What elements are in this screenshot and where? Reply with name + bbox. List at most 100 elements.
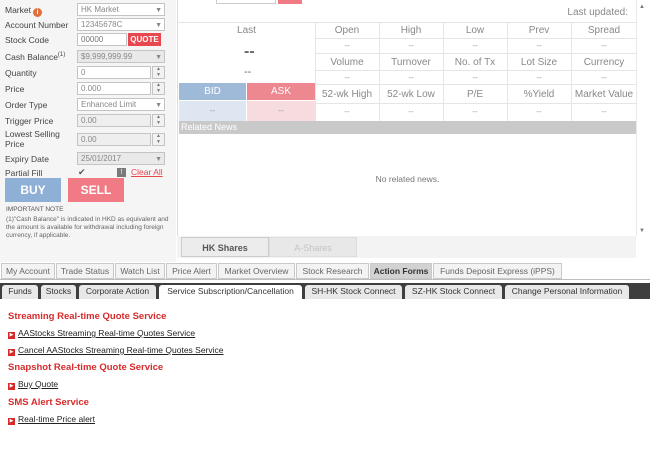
trigger-price-label: Trigger Price	[5, 116, 54, 126]
spread-value: --	[601, 41, 607, 50]
turnover-value: --	[408, 73, 414, 82]
low-header: Low	[465, 25, 485, 36]
chevron-down-icon: ▼	[155, 156, 162, 163]
aastocks-streaming-link[interactable]: ▶ AAStocks Streaming Real-time Quotes Ser…	[8, 328, 195, 339]
tab-action-forms[interactable]: Action Forms	[370, 263, 432, 279]
tab-hk-shares[interactable]: HK Shares	[181, 237, 269, 257]
tab-market-overview[interactable]: Market Overview	[218, 263, 295, 279]
high-value: --	[408, 41, 414, 50]
trigger-price-input[interactable]	[77, 114, 151, 127]
subtab-sz-hk-stock-connect[interactable]: SZ-HK Stock Connect	[405, 285, 502, 299]
scroll-up-icon[interactable]: ▲	[639, 4, 645, 10]
buy-quote-link[interactable]: ▶ Buy Quote	[8, 379, 58, 390]
subtab-funds[interactable]: Funds	[2, 285, 38, 299]
grid-line	[315, 53, 637, 54]
ask-label: ASK	[247, 83, 315, 100]
52wk-low-value: --	[408, 107, 414, 116]
pe-value: --	[472, 107, 478, 116]
expiry-date-label: Expiry Date	[5, 154, 49, 164]
last-price-value: --	[244, 43, 255, 60]
partial-fill-checkbox[interactable]: ✔	[78, 167, 86, 178]
market-row: Market i HK Market ▼	[0, 2, 176, 18]
subtab-corporate-action[interactable]: Corporate Action	[79, 285, 156, 299]
market-select[interactable]: HK Market ▼	[77, 3, 165, 16]
no-of-tx-value: --	[472, 73, 478, 82]
quantity-stepper[interactable]: ▲ ▼	[152, 66, 165, 79]
tab-price-alert[interactable]: Price Alert	[166, 263, 217, 279]
info-icon[interactable]: i	[32, 8, 42, 17]
order-type-select[interactable]: Enhanced Limit ▼	[77, 98, 165, 111]
tab-a-shares[interactable]: A-Shares	[269, 237, 357, 257]
trigger-price-stepper[interactable]: ▲ ▼	[152, 114, 165, 127]
lowest-selling-price-stepper[interactable]: ▲ ▼	[152, 133, 165, 146]
bid-value: --	[179, 101, 246, 121]
price-input[interactable]	[77, 82, 151, 95]
subtab-sh-hk-stock-connect[interactable]: SH-HK Stock Connect	[305, 285, 402, 299]
arrow-right-icon: ▶	[8, 383, 15, 390]
52wk-high-value: --	[344, 107, 350, 116]
turnover-header: Turnover	[391, 57, 431, 68]
panel-scrollbar[interactable]: ▲ ▼	[636, 0, 648, 236]
scroll-down-icon[interactable]: ▼	[639, 228, 645, 234]
52wk-high-header: 52-wk High	[321, 89, 373, 100]
grid-line	[315, 103, 637, 104]
subtab-change-personal-information[interactable]: Change Personal Information	[505, 285, 629, 299]
stock-code-input[interactable]	[77, 33, 127, 46]
lot-size-value: --	[536, 73, 542, 82]
grid-line	[315, 84, 637, 85]
yield-value: --	[536, 107, 542, 116]
buy-button[interactable]: BUY	[5, 178, 61, 202]
no-news-message: No related news.	[375, 174, 440, 184]
yield-header: %Yield	[523, 89, 555, 100]
volume-value: --	[344, 73, 350, 82]
chevron-down-icon: ▼	[155, 22, 162, 29]
main-nav-tabs: My Account Trade Status Watch List Price…	[0, 262, 650, 280]
subtab-stocks[interactable]: Stocks	[41, 285, 76, 299]
account-number-select[interactable]: 12345678C ▼	[77, 18, 165, 31]
arrow-right-icon: ▶	[8, 349, 15, 356]
snapshot-section-title: Snapshot Real-time Quote Service	[8, 362, 164, 373]
high-header: High	[400, 25, 422, 36]
realtime-price-alert-link[interactable]: ▶ Real-time Price alert	[8, 414, 95, 425]
sms-section-title: SMS Alert Service	[8, 397, 89, 408]
lowest-selling-price-row: Lowest Selling Price ▲▼	[0, 129, 176, 149]
subtab-service-subscription[interactable]: Service Subscription/Cancellation	[159, 285, 302, 299]
chevron-down-icon: ▼	[155, 102, 162, 109]
cash-balance-select[interactable]: $9,999,999.99 ▼	[77, 50, 165, 63]
no-of-tx-header: No. of Tx	[454, 57, 496, 68]
account-number-label: Account Number	[5, 20, 69, 30]
last-change-value: --	[244, 66, 252, 78]
spread-header: Spread	[587, 25, 621, 36]
lowest-selling-price-input[interactable]	[77, 133, 151, 146]
market-value-header: Market Value	[574, 89, 634, 100]
tab-my-account[interactable]: My Account	[1, 263, 55, 279]
ask-value: --	[247, 101, 315, 121]
top-tab-stub-red	[278, 0, 302, 4]
quote-button[interactable]: QUOTE	[128, 33, 161, 46]
grid-line	[315, 70, 637, 71]
open-header: Open	[334, 25, 360, 36]
last-header: Last	[237, 25, 256, 36]
expiry-date-select[interactable]: 25/01/2017 ▼	[77, 152, 165, 165]
clear-all-link[interactable]: Clear All	[131, 167, 163, 177]
stepper-down-icon[interactable]: ▼	[153, 88, 164, 95]
cancel-aastocks-streaming-link[interactable]: ▶ Cancel AAStocks Streaming Real-time Quo…	[8, 345, 224, 356]
52wk-low-header: 52-wk Low	[387, 89, 435, 100]
sell-button[interactable]: SELL	[68, 178, 124, 202]
prev-value: --	[536, 41, 542, 50]
cash-balance-row: Cash Balance(1) $9,999,999.99 ▼	[0, 49, 176, 65]
tab-watch-list[interactable]: Watch List	[115, 263, 165, 279]
stepper-down-icon[interactable]: ▼	[153, 139, 164, 146]
calculator-icon[interactable]: !	[117, 168, 126, 177]
price-stepper[interactable]: ▲ ▼	[152, 82, 165, 95]
stepper-down-icon[interactable]: ▼	[153, 72, 164, 79]
share-tabs: HK Shares A-Shares	[177, 236, 636, 258]
tab-trade-status[interactable]: Trade Status	[56, 263, 114, 279]
stock-code-label: Stock Code	[5, 35, 49, 45]
tab-stock-research[interactable]: Stock Research	[296, 263, 369, 279]
order-type-label: Order Type	[5, 100, 48, 110]
pe-header: P/E	[466, 89, 484, 100]
quantity-input[interactable]	[77, 66, 151, 79]
tab-funds-deposit-express[interactable]: Funds Deposit Express (iPPS)	[433, 263, 562, 279]
stepper-down-icon[interactable]: ▼	[153, 120, 164, 127]
